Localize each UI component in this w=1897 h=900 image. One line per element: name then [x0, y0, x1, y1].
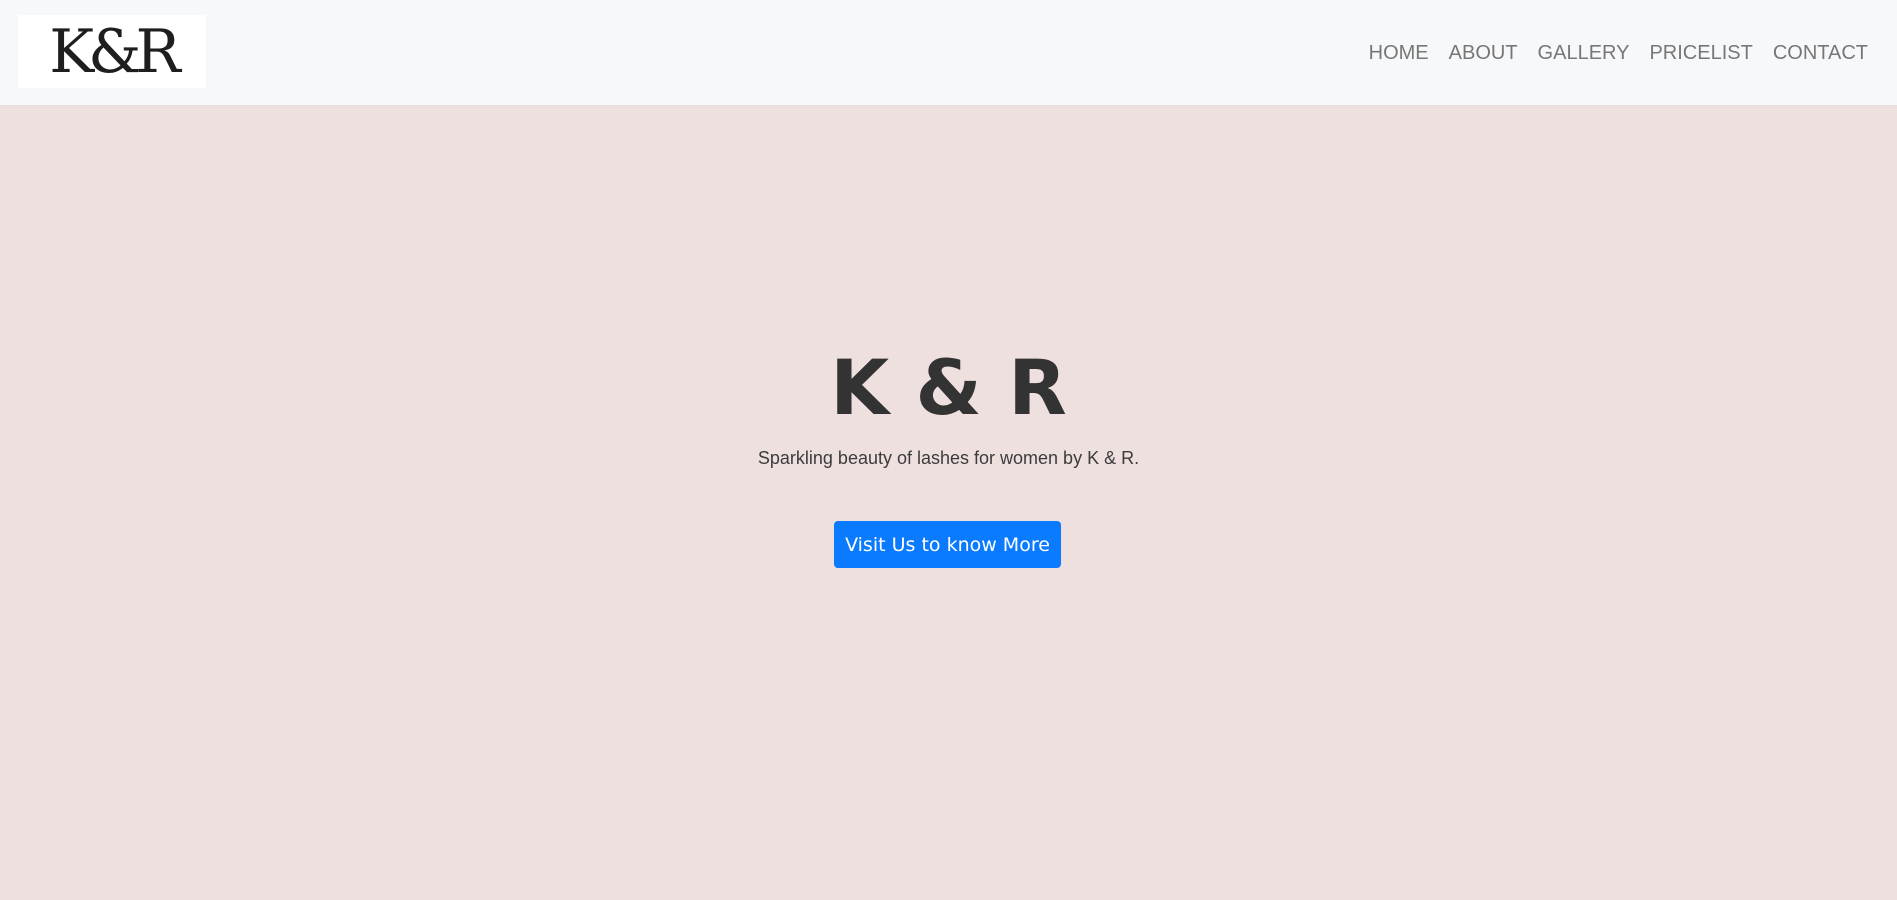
- visit-us-button[interactable]: Visit Us to know More: [834, 521, 1061, 568]
- nav-menu: HOME ABOUT GALLERY PRICELIST CONTACT: [1349, 0, 1868, 106]
- nav-link-contact[interactable]: CONTACT: [1773, 42, 1868, 65]
- brand-logo[interactable]: K&R: [18, 15, 206, 88]
- nav-link-gallery[interactable]: GALLERY: [1538, 42, 1630, 65]
- nav-link-home[interactable]: HOME: [1369, 42, 1429, 65]
- hero-title: K & R: [830, 343, 1067, 432]
- nav-link-about[interactable]: ABOUT: [1449, 42, 1518, 65]
- hero-subtitle: Sparkling beauty of lashes for women by …: [757, 448, 1140, 468]
- navbar: K&R HOME ABOUT GALLERY PRICELIST CONTACT: [0, 0, 1897, 106]
- logo-text: K&R: [49, 16, 180, 87]
- hero-section: K & R Sparkling beauty of lashes for wom…: [0, 107, 1897, 900]
- nav-link-pricelist[interactable]: PRICELIST: [1649, 42, 1752, 65]
